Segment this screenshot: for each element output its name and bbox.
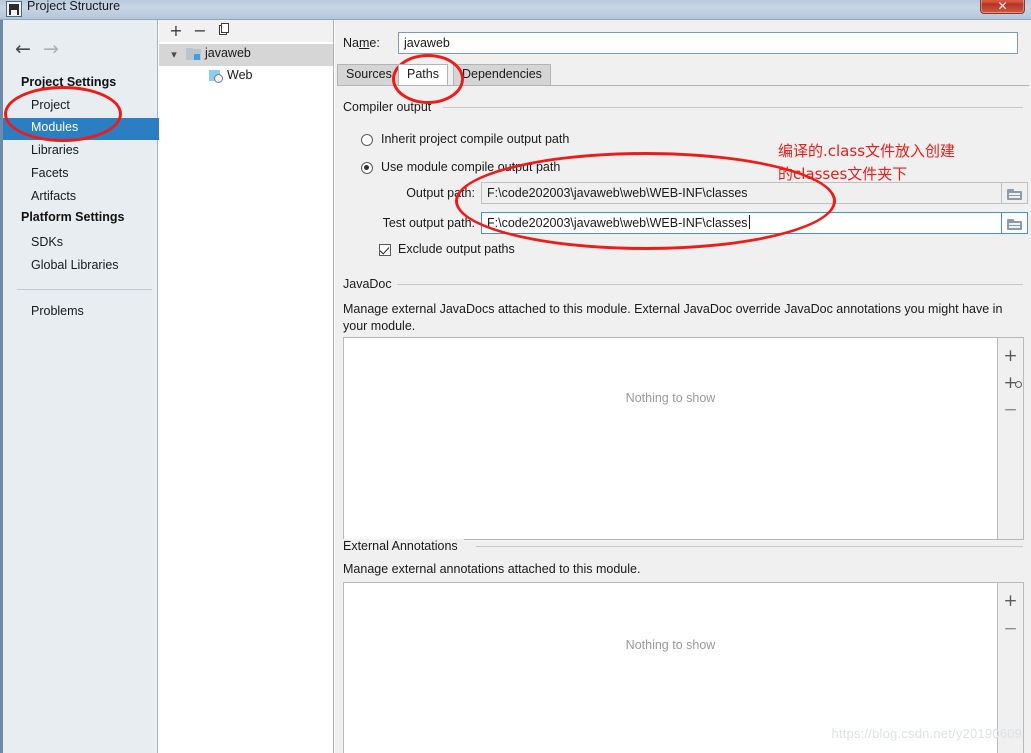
sidebar-item-problems[interactable]: Problems [3, 302, 160, 324]
module-output-label: Use module compile output path [381, 160, 561, 174]
inherit-output-label: Inherit project compile output path [381, 132, 570, 146]
javadoc-section-title: JavaDoc [343, 277, 398, 291]
module-name-row: Name: javaweb [335, 32, 1031, 56]
sidebar-group-project-settings: Project Settings [21, 75, 117, 89]
external-annotations-add-button[interactable]: + [998, 591, 1023, 611]
tree-row[interactable]: ▾ javaweb [159, 44, 333, 66]
sidebar-item-label: Modules [31, 120, 79, 134]
javadoc-list[interactable]: Nothing to show [343, 337, 998, 540]
sidebar-item-global-libraries[interactable]: Global Libraries [3, 256, 160, 278]
test-output-path-value: F:\code202003\javaweb\web\WEB-INF\classe… [487, 216, 748, 230]
sidebar-divider [17, 289, 152, 290]
sidebar-item-label: Problems [31, 304, 84, 318]
watermark: https://blog.csdn.net/y20190609 [831, 726, 1022, 741]
javadoc-add-url-button[interactable]: + [998, 373, 1023, 393]
url-badge-icon [1014, 381, 1022, 388]
sidebar-item-label: Artifacts [31, 189, 77, 203]
javadoc-description: Manage external JavaDocs attached to thi… [343, 302, 1003, 333]
ide-icon [6, 1, 22, 17]
copy-module-icon[interactable] [215, 22, 233, 40]
module-tabs: Sources Paths Dependencies [337, 64, 1031, 85]
window-titlebar: Project Structure ✕ [0, 0, 1031, 20]
back-arrow-icon[interactable]: ← [15, 40, 31, 59]
external-annotations-rule [476, 546, 1023, 547]
javadoc-empty-text: Nothing to show [625, 391, 716, 405]
module-tree-panel: + − ▾ javaweb Web [159, 20, 334, 753]
output-path-browse-button[interactable] [1002, 182, 1028, 204]
annotation-note-line-2: 的classes文件夹下 [778, 165, 908, 183]
sidebar-item-label: Facets [31, 166, 69, 180]
module-output-radio[interactable] [361, 162, 373, 174]
close-button[interactable]: ✕ [980, 0, 1025, 14]
output-path-label: Output path: [406, 186, 475, 200]
sidebar-item-label: Project [31, 98, 70, 112]
module-name-input[interactable]: javaweb [398, 32, 1018, 54]
exclude-output-paths-label: Exclude output paths [398, 242, 515, 256]
sidebar-item-libraries[interactable]: Libraries [3, 141, 160, 163]
forward-arrow-icon[interactable]: → [43, 40, 59, 59]
tree-node-label: Web [227, 68, 253, 82]
external-annotations-section-title: External Annotations [343, 539, 464, 553]
tree-node-label: javaweb [205, 46, 251, 60]
tree-row[interactable]: Web [159, 66, 333, 88]
exclude-output-paths-checkbox[interactable] [379, 244, 391, 256]
web-facet-icon [209, 70, 223, 83]
javadoc-remove-button[interactable]: − [998, 400, 1023, 420]
output-path-input[interactable]: F:\code202003\javaweb\web\WEB-INF\classe… [481, 182, 1002, 204]
external-annotations-description: Manage external annotations attached to … [343, 562, 641, 576]
compiler-output-rule [443, 107, 1023, 108]
project-structure-window: Project Structure ✕ ← → Project Settings… [0, 0, 1031, 753]
sidebar-item-sdks[interactable]: SDKs [3, 233, 160, 255]
tab-paths[interactable]: Paths [398, 64, 448, 85]
copy-doc-front [221, 23, 229, 33]
test-output-path-label: Test output path: [382, 216, 475, 230]
inherit-output-radio[interactable] [361, 134, 373, 146]
remove-module-icon[interactable]: − [191, 22, 209, 40]
sidebar-item-label: SDKs [31, 235, 63, 249]
javadoc-rule [397, 284, 1023, 285]
tab-dependencies[interactable]: Dependencies [453, 64, 551, 85]
sidebar-group-platform-settings: Platform Settings [21, 210, 125, 224]
sidebar-item-label: Libraries [31, 143, 79, 157]
sidebar-item-modules[interactable]: Modules [3, 118, 160, 140]
tab-sources[interactable]: Sources [337, 64, 401, 85]
output-path-value: F:\code202003\javaweb\web\WEB-INF\classe… [487, 186, 748, 200]
sidebar-item-artifacts[interactable]: Artifacts [3, 187, 160, 209]
module-name-label: Name: [343, 36, 380, 50]
annotation-note-line-1: 编译的.class文件放入创建 [778, 142, 956, 160]
module-settings-panel: Name: javaweb Sources Paths Dependencies… [335, 20, 1031, 753]
sidebar-item-facets[interactable]: Facets [3, 164, 160, 186]
javadoc-list-buttons: + + − [998, 337, 1024, 540]
folder-browse-icon [1007, 189, 1022, 200]
settings-sidebar: ← → Project Settings Project Modules Lib… [0, 20, 160, 753]
sidebar-item-label: Global Libraries [31, 258, 119, 272]
sidebar-item-project[interactable]: Project [3, 96, 160, 118]
window-title: Project Structure [27, 0, 121, 13]
compiler-output-section-title: Compiler output [343, 100, 438, 114]
add-module-icon[interactable]: + [167, 22, 185, 40]
nav-arrows: ← → [13, 40, 93, 60]
tabs-underline [337, 85, 1029, 86]
folder-browse-icon [1007, 219, 1022, 230]
chevron-down-icon[interactable]: ▾ [167, 48, 181, 62]
external-annotations-remove-button[interactable]: − [998, 619, 1023, 639]
test-output-path-input[interactable]: F:\code202003\javaweb\web\WEB-INF\classe… [481, 212, 1002, 234]
module-tree-toolbar: + − [159, 20, 333, 42]
module-folder-icon [186, 48, 201, 60]
test-output-path-browse-button[interactable] [1002, 212, 1028, 234]
external-annotations-empty-text: Nothing to show [625, 638, 716, 652]
text-caret [748, 215, 750, 229]
javadoc-add-button[interactable]: + [998, 346, 1023, 366]
